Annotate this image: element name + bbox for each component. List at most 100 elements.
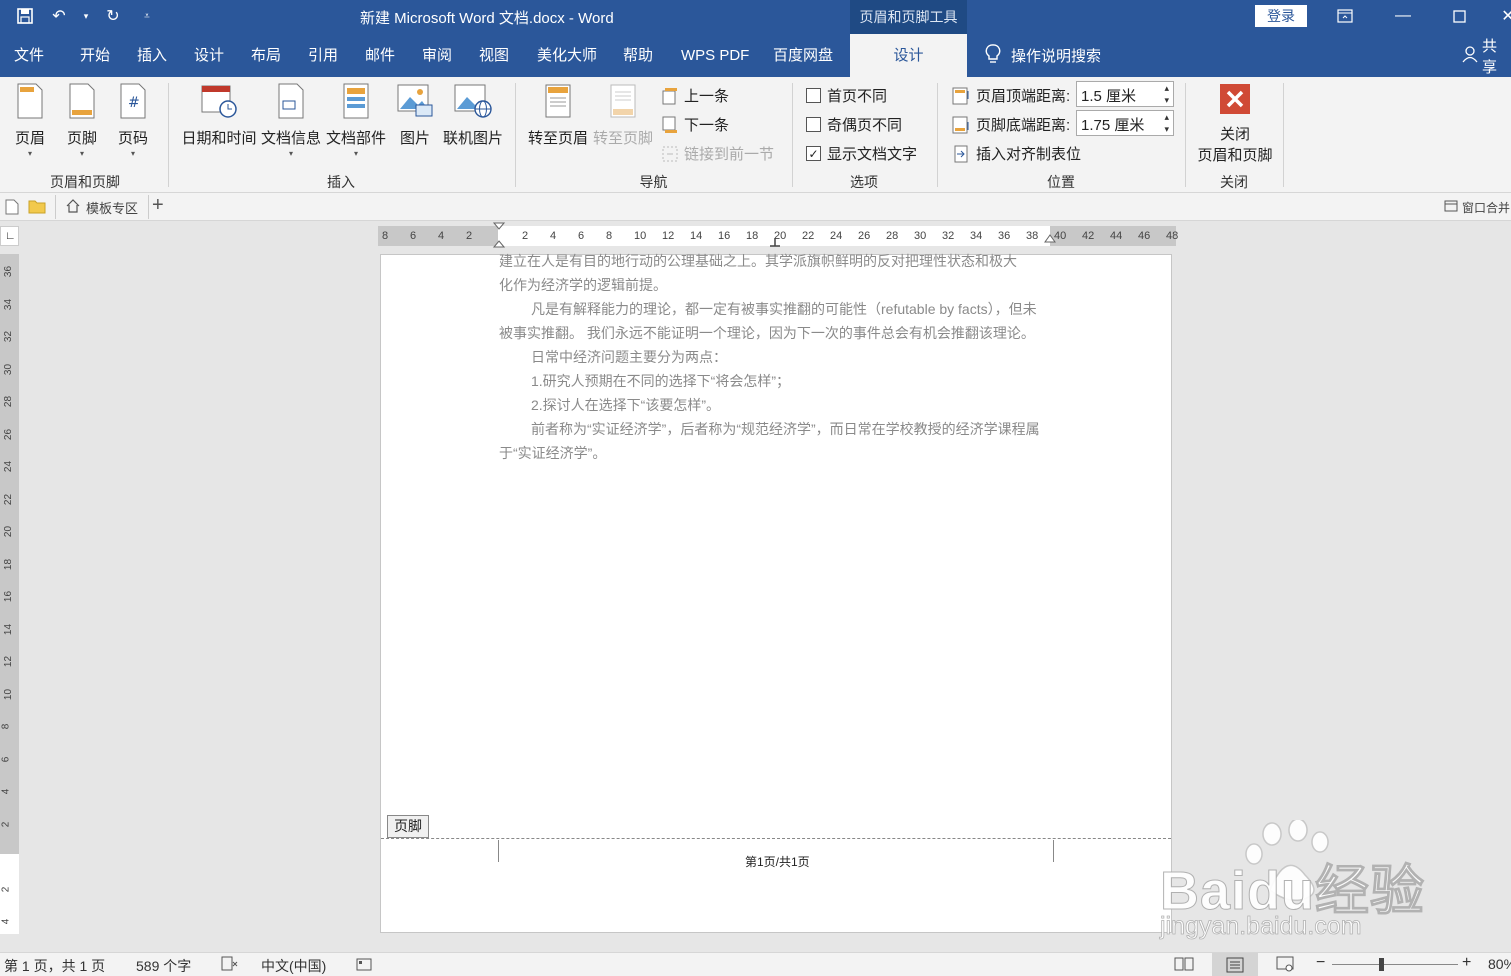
read-mode-icon[interactable] [1174, 956, 1194, 975]
ruler-tick-label: 8 [0, 723, 12, 730]
footer-page-number[interactable]: 第1页/共1页 [745, 853, 810, 870]
footer-distance-input[interactable]: 1.75 厘米 ▴ ▾ [1076, 110, 1174, 136]
group-divider [937, 83, 938, 187]
show-document-text-checkbox[interactable]: ✓ 显示文档文字 [806, 143, 917, 164]
ruler-tick-label: 30 [914, 230, 927, 242]
folder-icon[interactable] [28, 199, 46, 219]
save-icon[interactable] [14, 5, 36, 27]
page-number-button[interactable]: # 页码 ▾ [113, 83, 153, 158]
footer-button[interactable]: 页脚 ▾ [62, 83, 102, 158]
ruler-tick-label: 14 [690, 230, 703, 242]
tab-design[interactable]: 设计 [194, 34, 224, 77]
tab-header-footer-design[interactable]: 设计 [850, 34, 967, 77]
paragraph-line[interactable]: 凡是有解释能力的理论，都一定有被事实推翻的可能性（refutable by fa… [531, 299, 1037, 319]
header-button[interactable]: 页眉 ▾ [10, 83, 50, 158]
zoom-slider[interactable] [1332, 964, 1458, 965]
word-count[interactable]: 589 个字 [136, 956, 191, 976]
tab-file[interactable]: 文件 [14, 34, 44, 77]
ruler-tick-label: 4 [0, 788, 12, 795]
group-label-options: 选项 [850, 174, 878, 190]
ruler-tick-label: 2 [0, 886, 12, 892]
undo-dropdown-icon[interactable]: ▾ [82, 5, 90, 27]
web-layout-icon[interactable] [1276, 956, 1294, 975]
proofing-icon[interactable] [221, 956, 239, 975]
close-window-icon[interactable]: ✕ [1495, 4, 1511, 28]
tab-view[interactable]: 视图 [479, 34, 509, 77]
spinner-arrows-icon[interactable]: ▴ ▾ [1164, 111, 1169, 135]
tab-help[interactable]: 帮助 [623, 34, 653, 77]
document-info-button[interactable]: 文档信息 ▾ [261, 83, 321, 158]
goto-header-button[interactable]: 转至页眉 [527, 83, 589, 148]
pictures-button[interactable]: 图片 [395, 83, 435, 148]
insert-alignment-tab-button[interactable]: 插入对齐制表位 [952, 143, 1081, 164]
spinner-arrows-icon[interactable]: ▴ ▾ [1164, 82, 1169, 106]
paragraph-line[interactable]: 前者称为“实证经济学”，后者称为“规范经济学”，而日常在学校教授的经济学课程属 [531, 419, 1040, 439]
header-label: 页眉 [14, 130, 45, 147]
goto-footer-button[interactable]: 转至页脚 [592, 83, 654, 148]
undo-icon[interactable]: ↶ [48, 5, 70, 27]
previous-button[interactable]: 上一条 [662, 85, 729, 106]
next-button[interactable]: 下一条 [662, 114, 729, 135]
window-merge-button[interactable]: 窗口合并 [1444, 199, 1510, 216]
tab-references[interactable]: 引用 [308, 34, 338, 77]
paragraph-line[interactable]: 于“实证经济学”。 [499, 443, 606, 463]
document-page[interactable]: 建立在人是有目的地行动的公理基础之上。其学派旗帜鲜明的反对把理性状态和极大 化作… [380, 251, 1172, 933]
paragraph-line[interactable]: 化作为经济学的逻辑前提。 [499, 275, 667, 295]
chevron-down-icon: ▾ [288, 149, 293, 158]
paragraph-line[interactable]: 建立在人是有目的地行动的公理基础之上。其学派旗帜鲜明的反对把理性状态和极大 [499, 251, 1017, 271]
template-tab[interactable]: 模板专区 [55, 195, 150, 219]
paragraph-line[interactable]: 1.研究人预期在不同的选择下“将会怎样”； [531, 371, 790, 391]
ruler-tick-label: 8 [606, 230, 613, 242]
ruler-tick-label: 4 [0, 918, 12, 925]
add-tab-icon[interactable]: + [152, 194, 164, 217]
zoom-out-icon[interactable]: − [1316, 954, 1325, 972]
ribbon-display-icon[interactable] [1332, 4, 1358, 28]
tab-baidu-disk[interactable]: 百度网盘 [773, 34, 833, 77]
close-header-footer-button[interactable]: 关闭 页眉和页脚 [1195, 83, 1275, 165]
paragraph-line[interactable]: 被事实推翻。 我们永远不能证明一个理论，因为下一次的事件总会有机会推翻该理论。 [499, 323, 1035, 343]
redo-icon[interactable]: ↻ [102, 5, 124, 27]
tell-me-search[interactable]: 操作说明搜索 [985, 34, 1101, 77]
share-button[interactable]: 共享 [1462, 34, 1511, 77]
date-time-button[interactable]: 日期和时间 [180, 83, 258, 148]
header-distance-input[interactable]: 1.5 厘米 ▴ ▾ [1076, 81, 1174, 107]
tab-beautify[interactable]: 美化大师 [537, 34, 597, 77]
tab-mailings[interactable]: 邮件 [365, 34, 395, 77]
ribbon-tabs: 文件 开始 插入 设计 布局 引用 邮件 审阅 视图 美化大师 帮助 WPS P… [0, 34, 1511, 77]
tab-review[interactable]: 审阅 [422, 34, 452, 77]
ruler-tick-label: 6 [578, 230, 585, 242]
login-button[interactable]: 登录 [1255, 5, 1307, 27]
new-document-icon[interactable] [5, 199, 19, 220]
indent-marker-icon[interactable] [493, 222, 505, 248]
tab-home[interactable]: 开始 [80, 34, 110, 77]
zoom-level[interactable]: 80% [1488, 956, 1511, 972]
vertical-ruler[interactable]: 36 34 32 30 28 26 24 22 20 18 16 14 12 10 8 6 4 2 2 4 [0, 254, 19, 934]
macro-record-icon[interactable] [356, 956, 372, 975]
link-to-previous-button[interactable]: 链接到前一节 [662, 143, 774, 164]
zoom-in-icon[interactable]: + [1462, 954, 1471, 972]
language[interactable]: 中文(中国) [261, 956, 326, 976]
zoom-slider-thumb[interactable] [1379, 958, 1384, 971]
different-odd-even-checkbox[interactable]: 奇偶页不同 [806, 114, 902, 135]
show-document-text-label: 显示文档文字 [827, 146, 918, 163]
different-first-page-checkbox[interactable]: 首页不同 [806, 85, 887, 106]
tab-selector[interactable]: ∟ [0, 226, 19, 246]
paragraph-line[interactable]: 2.探讨人在选择下“该要怎样”。 [531, 395, 720, 415]
tab-wps-pdf[interactable]: WPS PDF [681, 34, 749, 77]
maximize-icon[interactable] [1446, 4, 1472, 28]
goto-footer-icon [610, 84, 636, 118]
print-layout-icon[interactable] [1212, 953, 1258, 976]
paragraph-line[interactable]: 日常中经济问题主要分为两点： [531, 347, 727, 367]
group-label-header-footer: 页眉和页脚 [50, 174, 120, 190]
center-tab-marker-icon[interactable] [769, 236, 781, 248]
horizontal-ruler[interactable]: 8 6 4 2 2 4 6 8 10 12 14 16 18 20 22 24 26 28 30 32 34 36 38 40… [378, 222, 1178, 248]
minimize-icon[interactable]: — [1390, 4, 1416, 28]
right-tab-marker-icon[interactable] [1044, 234, 1056, 248]
online-pictures-button[interactable]: 联机图片 [443, 83, 503, 148]
close-red-x-icon [1220, 84, 1250, 114]
tab-insert[interactable]: 插入 [137, 34, 167, 77]
tab-layout[interactable]: 布局 [251, 34, 281, 77]
quick-parts-button[interactable]: 文档部件 ▾ [326, 83, 386, 158]
customize-qat-icon[interactable]: ⩡ [136, 5, 158, 27]
page-count[interactable]: 第 1 页，共 1 页 [4, 956, 105, 976]
